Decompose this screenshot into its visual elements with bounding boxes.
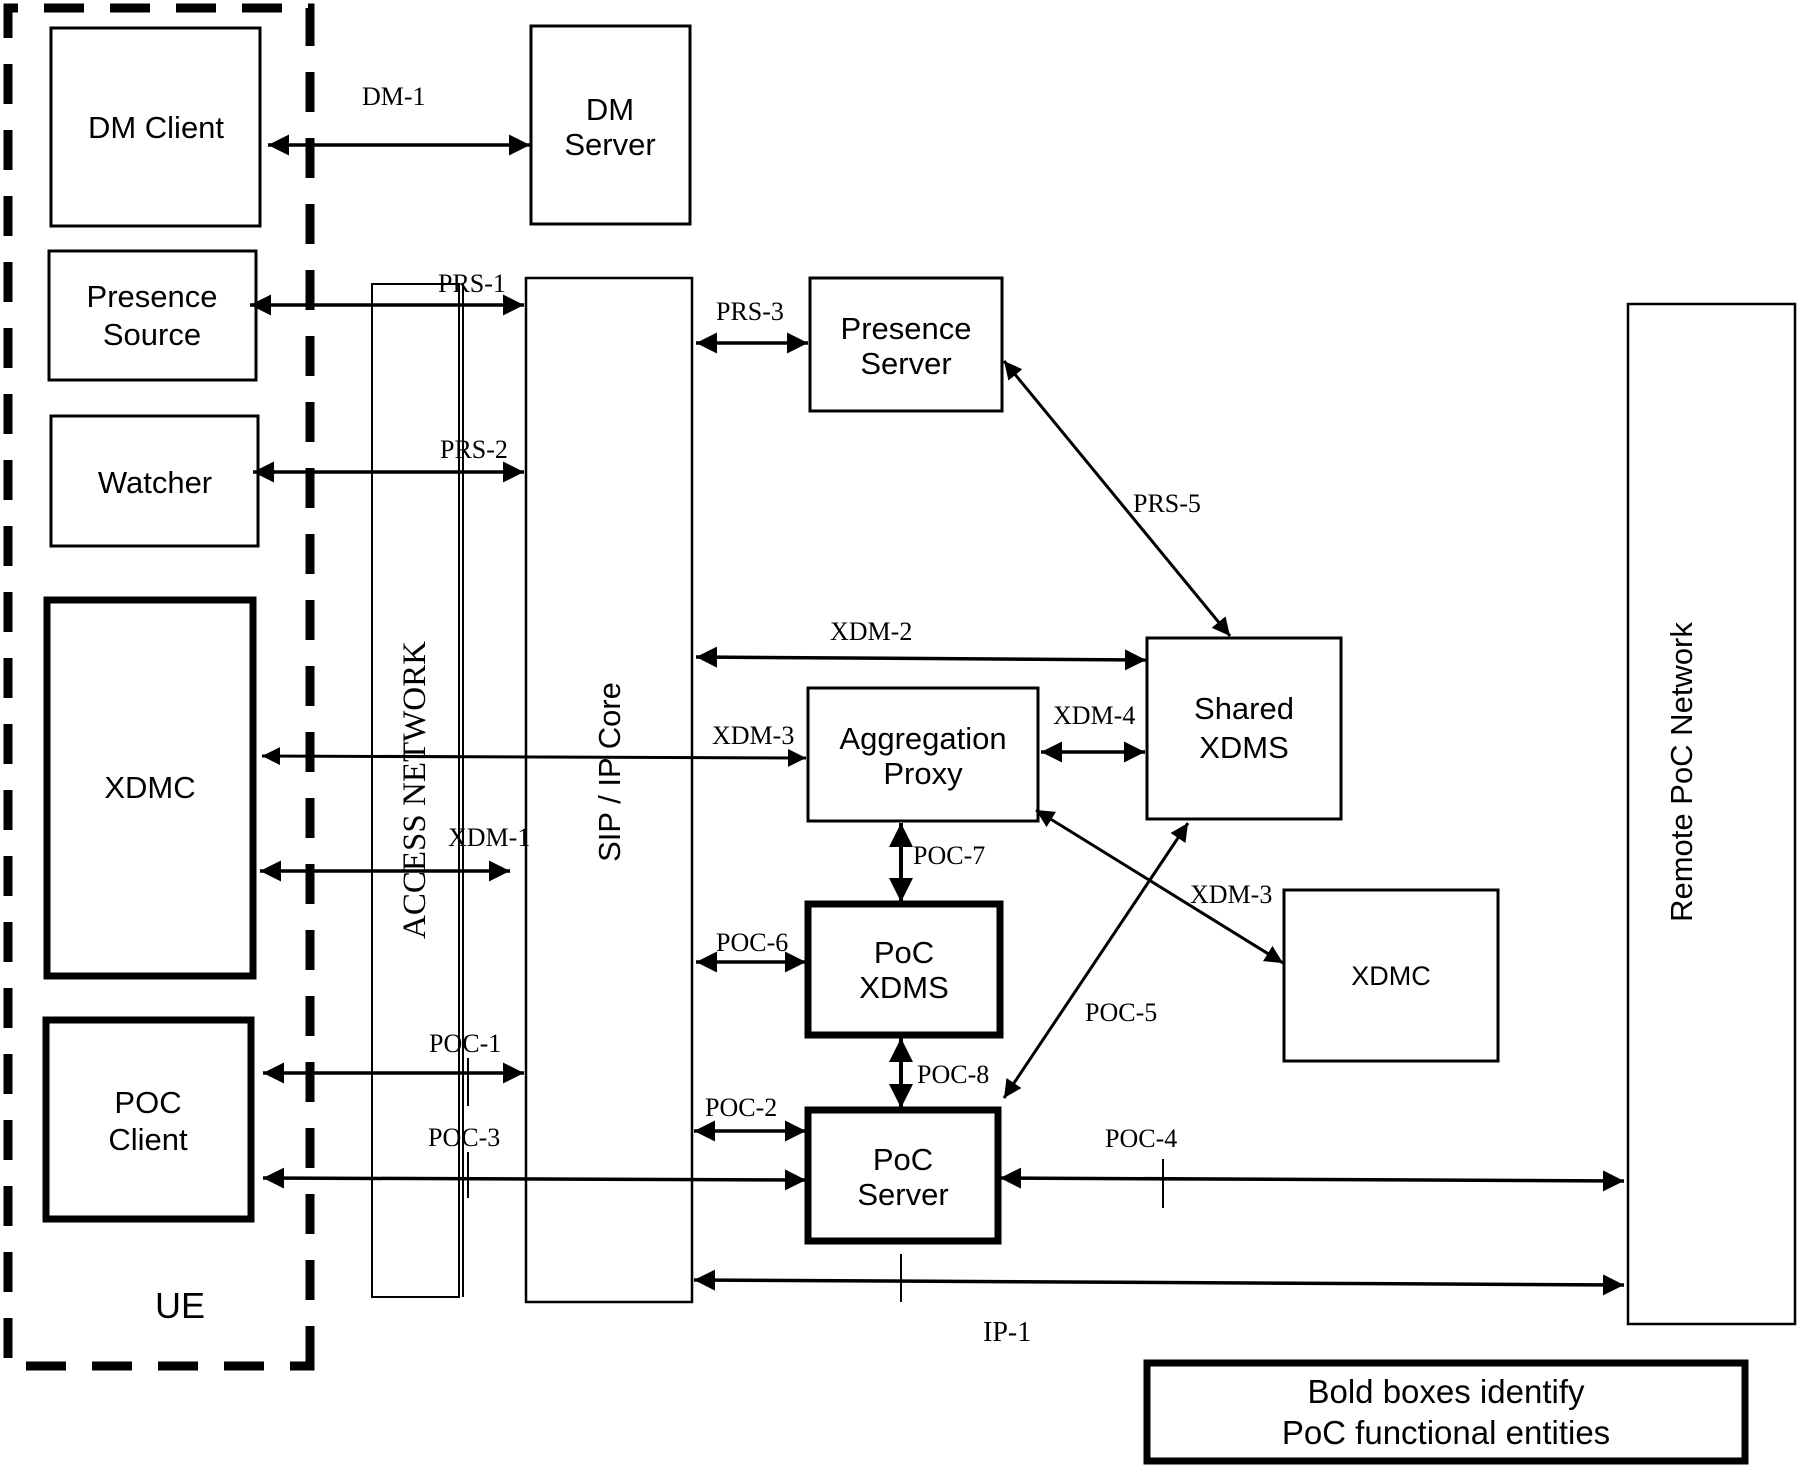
dm-server-box: DM Server: [529, 24, 692, 226]
sip-ip-core: SIP / IP Core: [524, 276, 694, 1304]
label-xdm-3-left: XDM-3: [712, 721, 794, 750]
legend-line-2: PoC functional entities: [1282, 1414, 1610, 1451]
presence-source-box: Presence Source: [47, 249, 258, 382]
link-poc-3: [262, 1167, 807, 1191]
shared-xdms-label-2: XDMS: [1199, 730, 1289, 765]
ue-label: UE: [155, 1285, 205, 1326]
presence-server-label-1: Presence: [841, 311, 972, 346]
poc-xdms-label-2: XDMS: [859, 970, 949, 1005]
label-xdm-4: XDM-4: [1053, 701, 1135, 730]
link-xdm-2: [695, 646, 1147, 671]
xdmc-ue-label: XDMC: [104, 770, 195, 805]
poc-xdms-label-1: PoC: [874, 935, 934, 970]
shared-xdms-box: Shared XDMS: [1145, 636, 1343, 821]
xdmc-remote-box: XDMC: [1282, 888, 1500, 1063]
presence-server-label-2: Server: [860, 346, 951, 381]
label-poc-5: POC-5: [1085, 998, 1157, 1027]
remote-poc-network-box: Remote PoC Network: [1626, 302, 1797, 1326]
watcher-label: Watcher: [98, 465, 212, 500]
presence-source-label-2: Source: [103, 317, 201, 352]
link-ip-1: [693, 1269, 1625, 1296]
label-prs-2: PRS-2: [440, 435, 508, 464]
poc-server-label-2: Server: [857, 1177, 948, 1212]
label-prs-3: PRS-3: [716, 297, 784, 326]
xdmc-ue-box: XDMC: [43, 596, 257, 980]
label-ip-1: IP-1: [983, 1317, 1031, 1348]
label-poc-4: POC-4: [1105, 1124, 1177, 1153]
legend-line-1: Bold boxes identify: [1307, 1373, 1585, 1410]
sip-ip-core-label: SIP / IP Core: [592, 682, 627, 862]
link-poc-4: [999, 1167, 1625, 1192]
link-poc-5: [1002, 822, 1190, 1099]
poc-client-label-2: Client: [108, 1122, 188, 1157]
label-prs-1: PRS-1: [438, 269, 506, 298]
label-xdm-2: XDM-2: [830, 617, 912, 646]
dm-server-label-2: Server: [564, 127, 655, 162]
poc-server-label-1: PoC: [873, 1142, 933, 1177]
label-poc-8: POC-8: [917, 1060, 989, 1089]
poc-client-box: POC Client: [42, 1016, 255, 1223]
label-poc-2: POC-2: [705, 1093, 777, 1122]
link-xdm-3-left: [261, 747, 807, 767]
label-prs-5: PRS-5: [1133, 489, 1201, 518]
presence-server-box: Presence Server: [808, 276, 1004, 413]
poc-xdms-box: PoC XDMS: [804, 900, 1004, 1039]
label-xdm-3-right: XDM-3: [1190, 880, 1272, 909]
label-poc-7: POC-7: [913, 841, 985, 870]
aggregation-proxy-label-2: Proxy: [883, 756, 963, 791]
label-xdm-1: XDM-1: [448, 823, 530, 852]
poc-server-box: PoC Server: [804, 1106, 1002, 1245]
shared-xdms-label-1: Shared: [1194, 691, 1294, 726]
presence-source-label-1: Presence: [87, 279, 218, 314]
dm-client-box: DM Client: [49, 26, 262, 228]
xdmc-remote-label: XDMC: [1351, 961, 1431, 991]
label-dm-1: DM-1: [362, 82, 426, 111]
aggregation-proxy-label-1: Aggregation: [839, 721, 1006, 756]
legend-box: Bold boxes identify PoC functional entit…: [1143, 1359, 1749, 1465]
label-poc-1: POC-1: [429, 1029, 501, 1058]
aggregation-proxy-box: Aggregation Proxy: [806, 686, 1040, 823]
access-network-label: ACCESS NETWORK: [397, 641, 433, 939]
watcher-box: Watcher: [49, 414, 260, 548]
dm-client-label: DM Client: [88, 110, 224, 145]
remote-poc-network-label: Remote PoC Network: [1664, 622, 1699, 922]
label-poc-6: POC-6: [716, 928, 788, 957]
poc-architecture-diagram: UE ACCESS NETWORK SIP / IP Core DM Clien…: [3, 3, 1797, 1465]
poc-client-label-1: POC: [114, 1085, 181, 1120]
label-poc-3: POC-3: [428, 1123, 500, 1152]
dm-server-label-1: DM: [586, 92, 634, 127]
